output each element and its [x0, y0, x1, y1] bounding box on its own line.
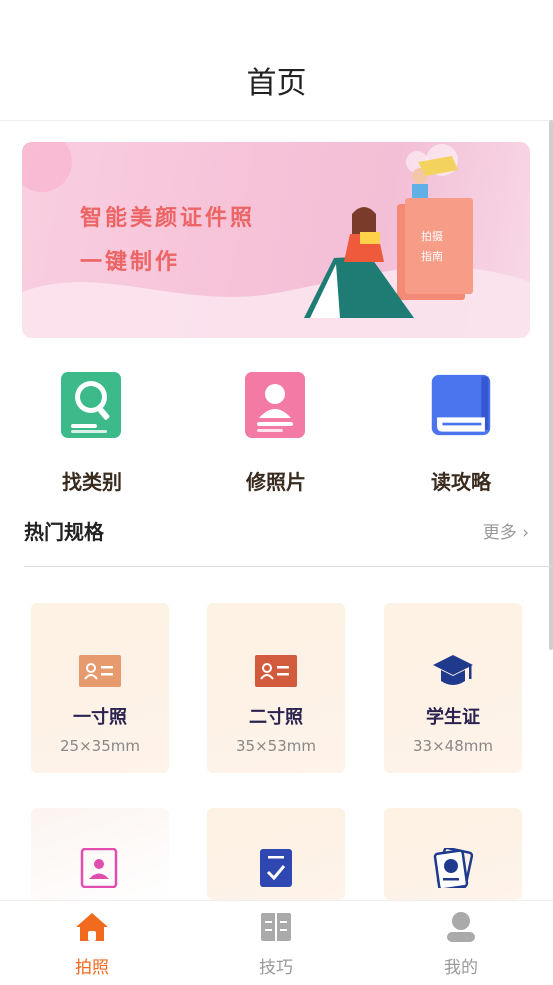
book-label-2: 指南: [421, 249, 443, 263]
spec-card-passport[interactable]: [384, 808, 522, 900]
header: 首页: [0, 0, 553, 121]
graduation-cap-icon: [433, 655, 473, 685]
portrait-frame-icon: [80, 848, 118, 888]
tab-tips[interactable]: 技巧: [216, 911, 336, 981]
promo-banner[interactable]: 拍摄 指南 智能美颜证件照 一键制作: [22, 142, 530, 338]
spec-size: 33×48mm: [413, 737, 493, 755]
banner-headline: 智能美颜证件照: [80, 206, 256, 231]
search-document-icon: [61, 372, 121, 438]
spec-card-portrait[interactable]: [31, 808, 169, 900]
tab-mine[interactable]: 我的: [401, 911, 521, 981]
spec-card-checklist[interactable]: [207, 808, 345, 900]
spec-card-two-inch[interactable]: 二寸照 35×53mm: [207, 603, 345, 773]
more-link[interactable]: 更多 ›: [483, 518, 529, 543]
quick-actions: 找类别 修照片 读攻略: [0, 370, 553, 494]
book-open-icon: [261, 913, 291, 941]
home-icon: [76, 913, 108, 941]
id-card-icon: [255, 655, 297, 687]
spec-card-one-inch[interactable]: 一寸照 25×35mm: [31, 603, 169, 773]
find-category-label: 找类别: [62, 470, 122, 494]
page-title: 首页: [246, 66, 307, 101]
guide-book-icon: [431, 374, 491, 436]
edit-photo-label: 修照片: [246, 470, 306, 494]
edit-photo-button[interactable]: 修照片: [216, 370, 336, 494]
passport-icon: [433, 848, 474, 888]
divider: [24, 566, 553, 567]
tab-bar: 拍照 技巧 我的: [0, 900, 553, 985]
read-guide-button[interactable]: 读攻略: [401, 370, 521, 494]
read-guide-label: 读攻略: [431, 470, 491, 494]
spec-name: 学生证: [426, 707, 480, 728]
spec-size: 35×53mm: [236, 737, 316, 755]
portrait-edit-icon: [245, 372, 305, 438]
tab-photo[interactable]: 拍照: [32, 911, 152, 981]
spec-size: 25×35mm: [60, 737, 140, 755]
spec-name: 一寸照: [73, 707, 127, 728]
more-label: 更多: [482, 523, 517, 543]
spec-card-student-id[interactable]: 学生证 33×48mm: [384, 603, 522, 773]
tab-label: 拍照: [75, 958, 109, 978]
checklist-icon: [260, 849, 292, 887]
user-icon: [447, 912, 475, 942]
banner-subheadline: 一键制作: [80, 250, 181, 275]
tab-label: 技巧: [259, 958, 293, 978]
id-card-icon: [79, 655, 121, 687]
tab-label: 我的: [444, 958, 478, 978]
section-title: 热门规格: [24, 520, 104, 544]
chevron-right-icon: ›: [522, 523, 529, 543]
book-label-1: 拍摄: [421, 229, 443, 243]
spec-name: 二寸照: [249, 707, 303, 728]
find-category-button[interactable]: 找类别: [32, 370, 152, 494]
banner-illustration: 拍摄 指南: [22, 142, 530, 338]
